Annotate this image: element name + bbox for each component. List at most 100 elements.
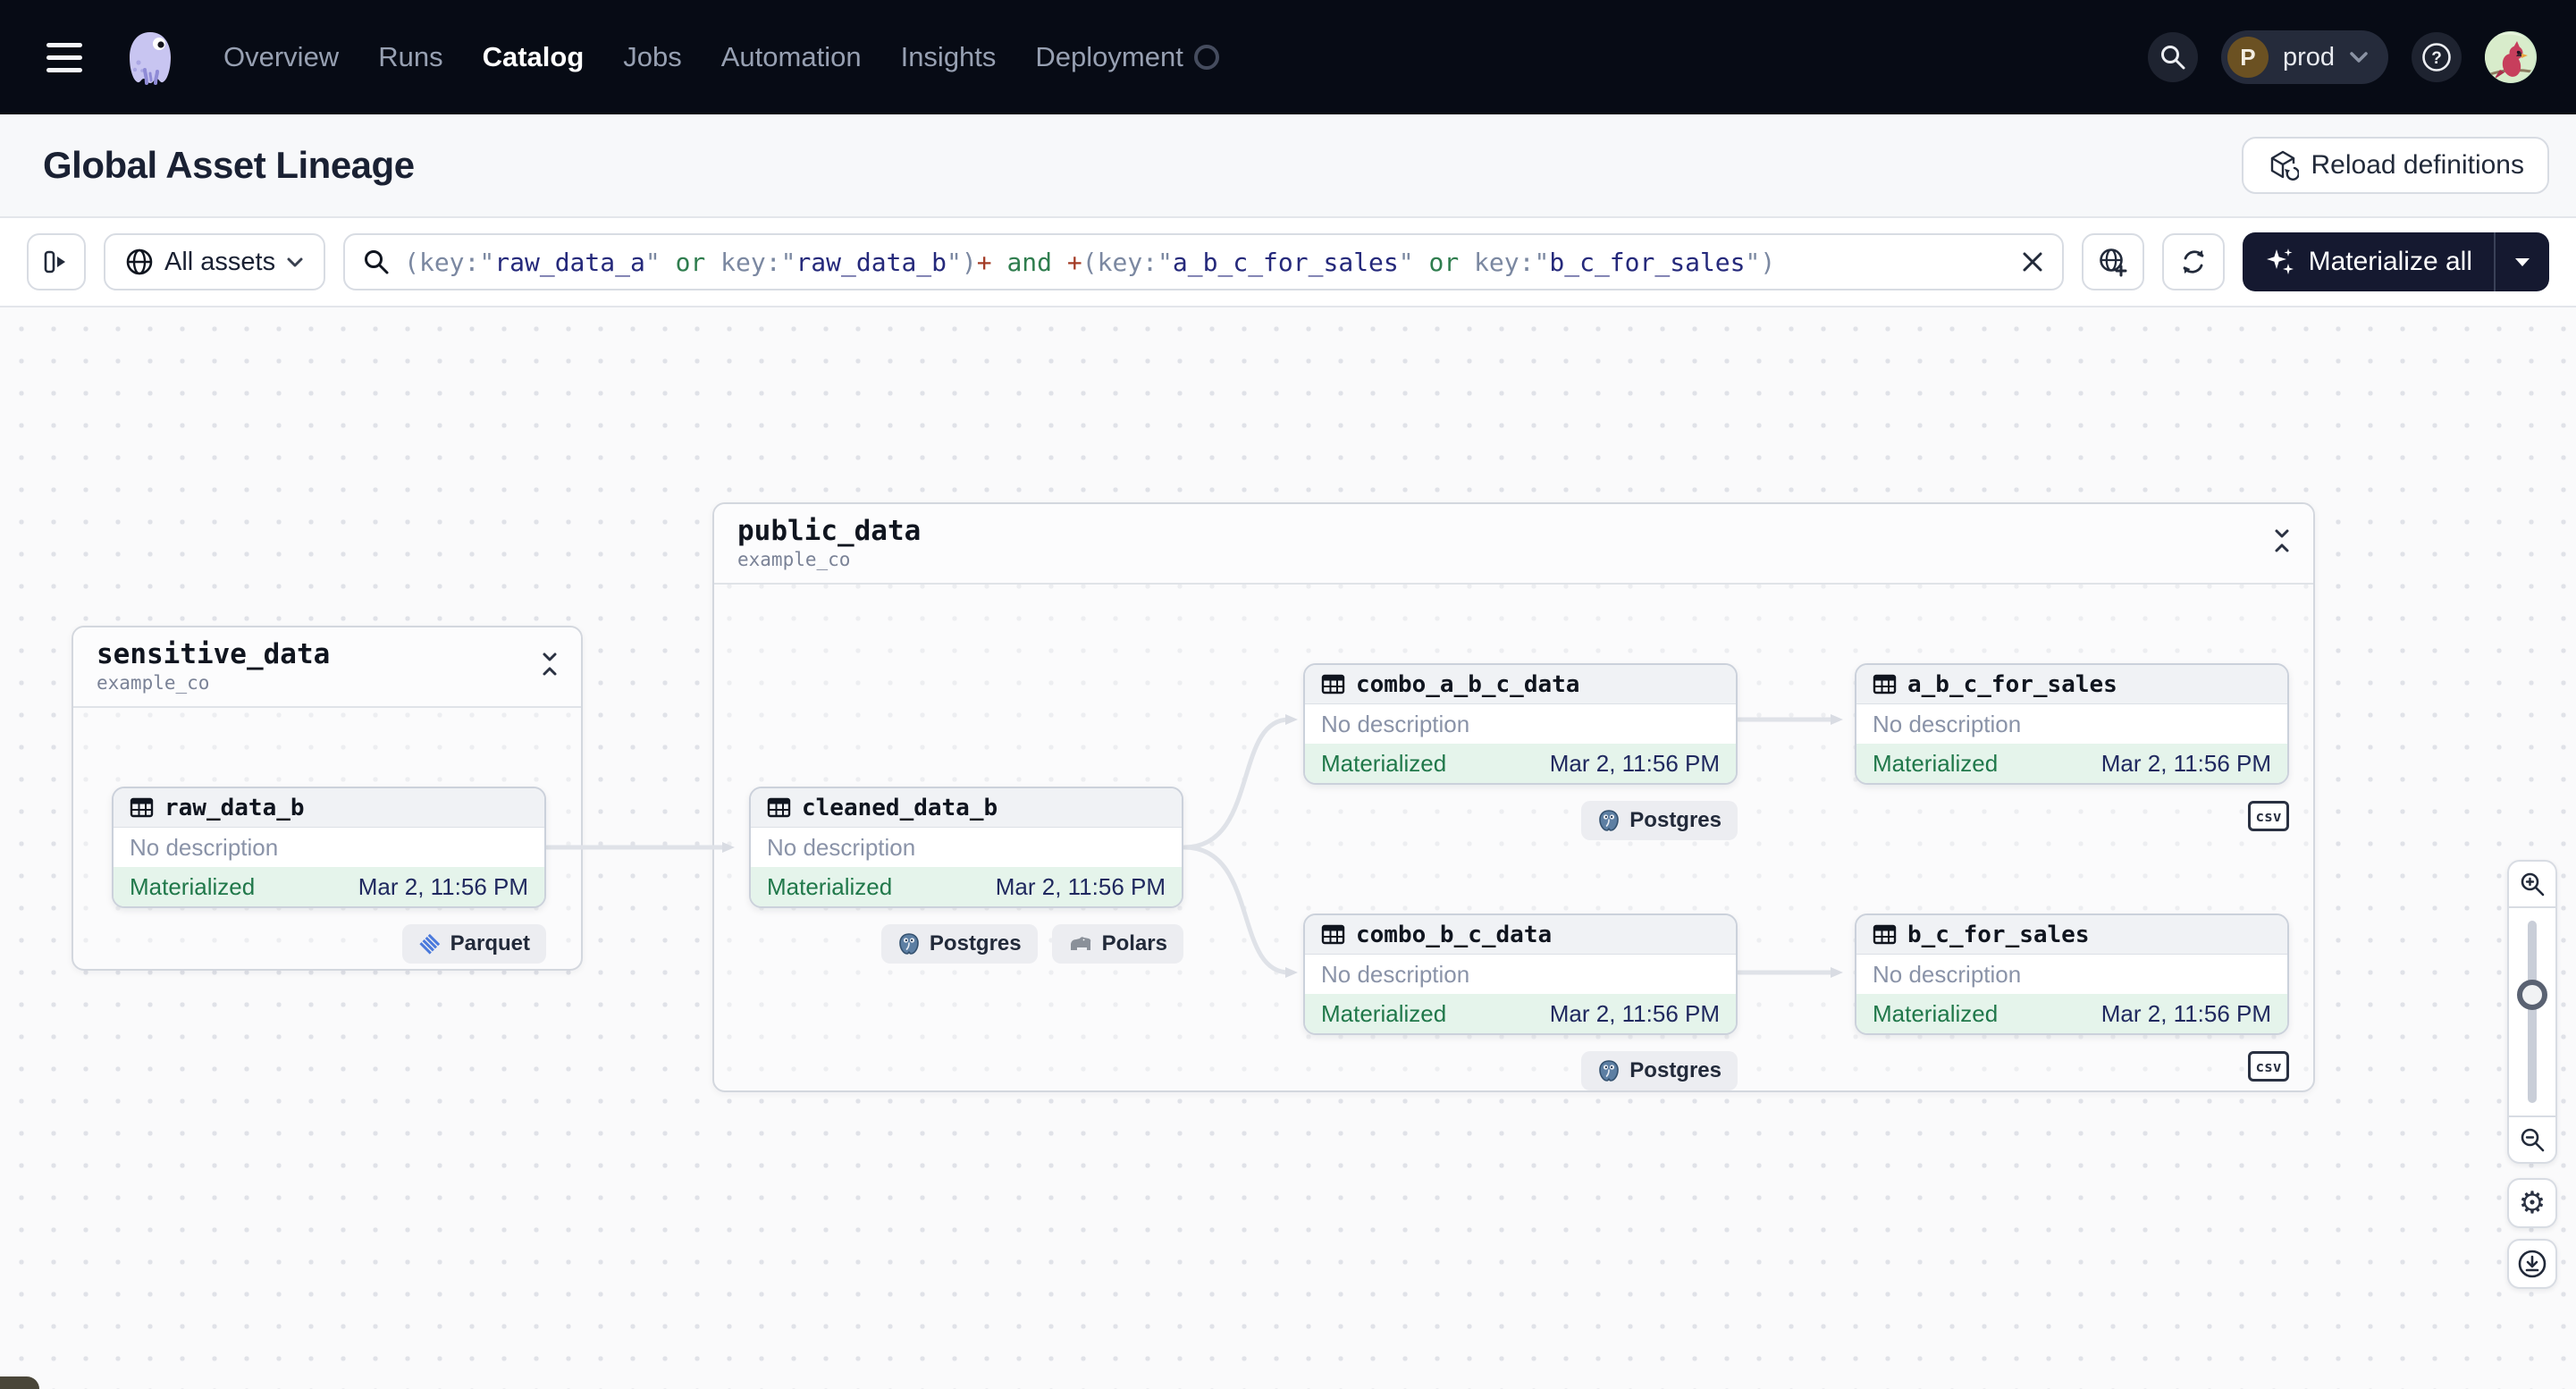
zoom-slider[interactable] [2509, 908, 2555, 1115]
reload-definitions-button[interactable]: Reload definitions [2241, 137, 2549, 194]
kind-tag-postgres[interactable]: Postgres [1581, 801, 1738, 840]
asset-node-a-b-c-for-sales[interactable]: a_b_c_for_sales No description Materiali… [1855, 663, 2289, 785]
hamburger-menu-button[interactable] [46, 39, 89, 75]
close-icon [2023, 252, 2042, 272]
kind-tag-label: Postgres [929, 931, 1022, 955]
zoom-slider-track[interactable] [2528, 921, 2537, 1103]
sparkles-icon [2266, 248, 2294, 274]
deployment-switcher[interactable]: P prod [2220, 30, 2388, 84]
kind-tag-polars[interactable]: Polars [1051, 924, 1183, 964]
edge-cleaned-to-combo-abc [1182, 714, 1298, 850]
status-label: Materialized [1321, 999, 1447, 1027]
download-image-button[interactable] [2507, 1239, 2557, 1289]
asset-node-wrap: combo_a_b_c_data No description Material… [1303, 663, 1738, 840]
dagster-logo[interactable] [122, 29, 179, 86]
zoom-in-button[interactable] [2509, 862, 2555, 908]
nav-item-insights[interactable]: Insights [901, 41, 997, 73]
panel-expand-icon [44, 250, 65, 274]
kind-tags: Postgres Polars [749, 924, 1183, 964]
zoom-slider-handle[interactable] [2517, 980, 2547, 1010]
caret-down-icon [2515, 258, 2530, 266]
chevron-down-icon [287, 257, 303, 266]
status-timestamp: Mar 2, 11:56 PM [995, 872, 1166, 900]
status-label: Materialized [1873, 999, 1999, 1027]
asset-scope-label: All assets [164, 247, 276, 276]
asset-node-raw-data-b[interactable]: raw_data_b No description Materialized M… [112, 787, 546, 908]
kind-tag-label: Parquet [450, 931, 530, 955]
asset-node-combo-b-c-data[interactable]: combo_b_c_data No description Materializ… [1303, 913, 1738, 1035]
nav-item-deployment[interactable]: Deployment [1035, 41, 1183, 73]
kind-tags: Parquet [112, 924, 546, 964]
asset-node-wrap: raw_data_b No description Materialized M… [112, 787, 546, 964]
kind-tag-csv[interactable]: csv [2248, 1051, 2289, 1082]
kind-tag-postgres[interactable]: Postgres [880, 924, 1038, 964]
asset-node-combo-a-b-c-data[interactable]: combo_a_b_c_data No description Material… [1303, 663, 1738, 785]
search-icon [365, 250, 389, 274]
asset-status-row: Materialized Mar 2, 11:56 PM [751, 867, 1182, 906]
clear-search-button[interactable] [2021, 250, 2044, 274]
asset-scope-dropdown[interactable]: All assets [104, 233, 326, 290]
globe-icon [126, 248, 153, 275]
materialize-all-label: Materialize all [2308, 247, 2472, 276]
page-title: Global Asset Lineage [43, 144, 415, 186]
zoom-out-icon [2521, 1128, 2545, 1152]
top-nav: Overview Runs Catalog Jobs Automation In… [0, 0, 2576, 114]
graph-settings-button[interactable]: ⚙ [2507, 1178, 2557, 1228]
asset-description: No description [1856, 955, 2287, 994]
asset-status-row: Materialized Mar 2, 11:56 PM [1856, 994, 2287, 1033]
status-label: Materialized [130, 872, 256, 900]
globe-add-icon [2099, 248, 2127, 277]
asset-search-input[interactable]: (key:"raw_data_a" or key:"raw_data_b")+ … [343, 233, 2064, 290]
zoom-out-button[interactable] [2509, 1115, 2555, 1162]
kind-tag-label: Postgres [1629, 1058, 1722, 1082]
search-icon [2160, 46, 2185, 70]
table-icon [130, 797, 154, 818]
asset-description: No description [1305, 955, 1736, 994]
asset-lineage-canvas[interactable]: sensitive_data example_co public_data ex… [0, 307, 2576, 1389]
edge-cleaned-to-combo-bc [1182, 845, 1298, 978]
help-button[interactable]: ? [2412, 32, 2462, 82]
zoom-controls [2507, 860, 2557, 1164]
search-button[interactable] [2147, 32, 2198, 82]
zoom-in-icon [2521, 872, 2545, 897]
asset-status-row: Materialized Mar 2, 11:56 PM [1856, 744, 2287, 783]
materialize-options-caret[interactable] [2494, 232, 2549, 291]
nav-item-catalog[interactable]: Catalog [483, 41, 585, 73]
filter-scope-globe-button[interactable] [2081, 233, 2144, 290]
asset-name: a_b_c_for_sales [1907, 670, 2117, 698]
avatar-cardinal-image [2485, 32, 2535, 82]
materialize-all-button[interactable]: Materialize all [2243, 232, 2494, 291]
kind-tag-parquet[interactable]: Parquet [401, 924, 546, 964]
asset-status-row: Materialized Mar 2, 11:56 PM [1305, 994, 1736, 1033]
open-sidebar-button[interactable] [27, 233, 86, 290]
asset-node-wrap: cleaned_data_b No description Materializ… [749, 787, 1183, 964]
parquet-icon [419, 933, 440, 955]
search-query[interactable]: (key:"raw_data_a" or key:"raw_data_b")+ … [404, 248, 2006, 277]
asset-description: No description [1856, 704, 2287, 744]
refresh-icon [2183, 250, 2203, 274]
kind-tag-postgres[interactable]: Postgres [1581, 1051, 1738, 1090]
asset-status-row: Materialized Mar 2, 11:56 PM [114, 867, 544, 906]
nav-item-runs[interactable]: Runs [378, 41, 442, 73]
asset-node-header: b_c_for_sales [1856, 915, 2287, 955]
status-timestamp: Mar 2, 11:56 PM [2100, 999, 2271, 1027]
lineage-toolbar: All assets (key:"raw_data_a" or key:"raw… [0, 218, 2576, 307]
asset-node-wrap: a_b_c_for_sales No description Materiali… [1855, 663, 2289, 831]
refresh-button[interactable] [2161, 233, 2225, 290]
polars-icon [1070, 937, 1090, 950]
asset-status-row: Materialized Mar 2, 11:56 PM [1305, 744, 1736, 783]
nav-item-overview[interactable]: Overview [223, 41, 339, 73]
help-icon: ? [2422, 43, 2451, 72]
asset-description: No description [1305, 704, 1736, 744]
materialize-all-split-button: Materialize all [2242, 232, 2549, 291]
kind-tag-csv[interactable]: csv [2248, 801, 2289, 831]
nav-item-automation[interactable]: Automation [721, 41, 862, 73]
page-header: Global Asset Lineage Reload definitions [0, 114, 2576, 218]
nav-item-jobs[interactable]: Jobs [623, 41, 681, 73]
asset-node-b-c-for-sales[interactable]: b_c_for_sales No description Materialize… [1855, 913, 2289, 1035]
asset-node-cleaned-data-b[interactable]: cleaned_data_b No description Materializ… [749, 787, 1183, 908]
asset-description: No description [114, 828, 544, 867]
postgres-icon [1599, 1060, 1620, 1082]
user-avatar[interactable] [2485, 31, 2537, 83]
asset-node-wrap: b_c_for_sales No description Materialize… [1855, 913, 2289, 1082]
